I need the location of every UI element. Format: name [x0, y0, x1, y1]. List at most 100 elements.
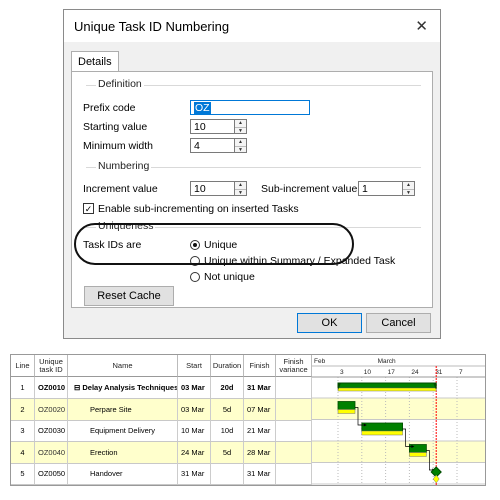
gantt-chart: Feb March3 10 17 24 31 7	[312, 358, 485, 485]
radio-not-unique-label[interactable]: Not unique	[204, 271, 255, 283]
timescale-day-label: 17	[388, 369, 396, 376]
summary-baseline-bar	[337, 387, 437, 392]
sub-increment-input[interactable]: 1	[358, 181, 403, 196]
radio-not-unique[interactable]	[190, 272, 200, 282]
reset-cache-button[interactable]: Reset Cache	[84, 286, 174, 306]
cell-start: 24 Mar	[178, 441, 211, 463]
cell-start: 03 Mar	[178, 398, 211, 420]
table-row[interactable]: 5 OZ0050 Handover 31 Mar 31 Mar	[11, 463, 312, 484]
cell-name: ⊟ Delay Analysis Techniques	[68, 377, 178, 398]
cell-line: 3	[11, 420, 35, 441]
cell-name: Handover	[68, 463, 178, 484]
cell-variance	[276, 441, 312, 463]
gantt-view: Line Unique task ID Name Start Duration …	[10, 354, 486, 486]
cell-variance	[276, 420, 312, 441]
cell-finish: 28 Mar	[244, 441, 276, 463]
increment-value-input[interactable]: 10	[190, 181, 235, 196]
cell-variance	[276, 463, 312, 484]
task-bar	[337, 401, 356, 410]
dialog-title: Unique Task ID Numbering	[74, 19, 230, 34]
cell-duration: 5d	[211, 398, 244, 420]
task-bar	[361, 422, 403, 432]
cell-name: Perpare Site	[68, 398, 178, 420]
prefix-code-label: Prefix code	[83, 102, 136, 114]
definition-heading: Definition	[96, 78, 144, 90]
starting-value-input[interactable]: 10	[190, 119, 235, 134]
cell-duration	[211, 463, 244, 484]
timescale-day-label: 24	[411, 369, 419, 376]
unique-task-id-dialog: Unique Task ID Numbering ✕ Details Defin…	[63, 9, 441, 339]
col-header-start[interactable]: Start	[178, 355, 211, 377]
tab-details[interactable]: Details	[71, 51, 119, 72]
cell-finish: 21 Mar	[244, 420, 276, 441]
table-row[interactable]: 1 OZ0010 ⊟ Delay Analysis Techniques 03 Mar…	[11, 377, 312, 398]
timescale-day-label: 3	[340, 369, 344, 376]
baseline-bar	[361, 430, 403, 436]
cell-name: Equipment Delivery	[68, 420, 178, 441]
cell-variance	[276, 377, 312, 398]
col-header-duration[interactable]: Duration	[211, 355, 244, 377]
spin-down-icon[interactable]: ▼	[235, 188, 246, 197]
cell-start: 03 Mar	[178, 377, 211, 398]
timescale-month-feb: Feb	[314, 358, 326, 365]
spin-down-icon[interactable]: ▼	[235, 126, 246, 135]
baseline-bar	[337, 409, 356, 414]
col-header-finish[interactable]: Finish	[244, 355, 276, 377]
starting-value-spinner[interactable]: ▲ ▼	[235, 119, 247, 134]
cell-id: OZ0020	[35, 398, 68, 420]
enable-sub-increment-checkbox[interactable]: ✓	[83, 203, 94, 214]
tab-bar: Details	[71, 51, 119, 72]
minimum-width-spinner[interactable]: ▲ ▼	[235, 138, 247, 153]
increment-value-spinner[interactable]: ▲ ▼	[235, 181, 247, 196]
summary-bar	[337, 382, 437, 389]
close-icon[interactable]: ✕	[415, 17, 428, 35]
numbering-heading: Numbering	[96, 160, 152, 172]
cell-finish: 31 Mar	[244, 377, 276, 398]
increment-value-label: Increment value	[83, 183, 158, 195]
table-row[interactable]: 3 OZ0030 Equipment Delivery 10 Mar 10d 21 Mar	[11, 420, 312, 441]
ok-button[interactable]: OK	[297, 313, 362, 333]
spin-down-icon[interactable]: ▼	[235, 145, 246, 154]
col-header-line[interactable]: Line	[11, 355, 35, 377]
cell-id: OZ0040	[35, 441, 68, 463]
cell-finish: 07 Mar	[244, 398, 276, 420]
cell-id: OZ0030	[35, 420, 68, 441]
cell-id: OZ0010	[35, 377, 68, 398]
cell-name: Erection	[68, 441, 178, 463]
cell-start: 31 Mar	[178, 463, 211, 484]
spin-down-icon[interactable]: ▼	[403, 188, 414, 197]
col-header-name[interactable]: Name	[68, 355, 178, 377]
cell-start: 10 Mar	[178, 420, 211, 441]
cell-line: 5	[11, 463, 35, 484]
row-divider	[11, 484, 312, 485]
cell-duration: 20d	[211, 377, 244, 398]
cell-line: 1	[11, 377, 35, 398]
baseline-bar	[409, 452, 427, 457]
minimum-width-label: Minimum width	[83, 140, 154, 152]
highlight-oval	[74, 223, 354, 265]
milestone-baseline-diamond	[432, 474, 440, 484]
prefix-code-input[interactable]: OZ	[190, 100, 310, 115]
col-header-finish-variance[interactable]: Finish variance	[276, 355, 312, 377]
details-panel: Definition Prefix code OZ Starting value…	[71, 71, 433, 308]
table-row[interactable]: 4 OZ0040 Erection 24 Mar 5d 28 Mar	[11, 441, 312, 463]
dialog-title-bar[interactable]: Unique Task ID Numbering ✕	[64, 10, 440, 42]
cell-id: OZ0050	[35, 463, 68, 484]
cell-line: 2	[11, 398, 35, 420]
table-row[interactable]: 2 OZ0020 Perpare Site 03 Mar 5d 07 Mar	[11, 398, 312, 420]
cell-duration: 5d	[211, 441, 244, 463]
starting-value-label: Starting value	[83, 121, 148, 133]
sub-increment-label: Sub-increment value	[261, 183, 358, 195]
sub-increment-spinner[interactable]: ▲ ▼	[403, 181, 415, 196]
timescale-day-label: 10	[364, 369, 372, 376]
timescale-month-march: March	[378, 358, 396, 365]
cell-variance	[276, 398, 312, 420]
cell-line: 4	[11, 441, 35, 463]
cancel-button[interactable]: Cancel	[366, 313, 431, 333]
minimum-width-input[interactable]: 4	[190, 138, 235, 153]
cell-duration: 10d	[211, 420, 244, 441]
enable-sub-increment-label: Enable sub-incrementing on inserted Task…	[98, 203, 299, 215]
cell-finish: 31 Mar	[244, 463, 276, 484]
timescale-day-label: 7	[459, 369, 463, 376]
col-header-unique-id[interactable]: Unique task ID	[35, 355, 68, 377]
